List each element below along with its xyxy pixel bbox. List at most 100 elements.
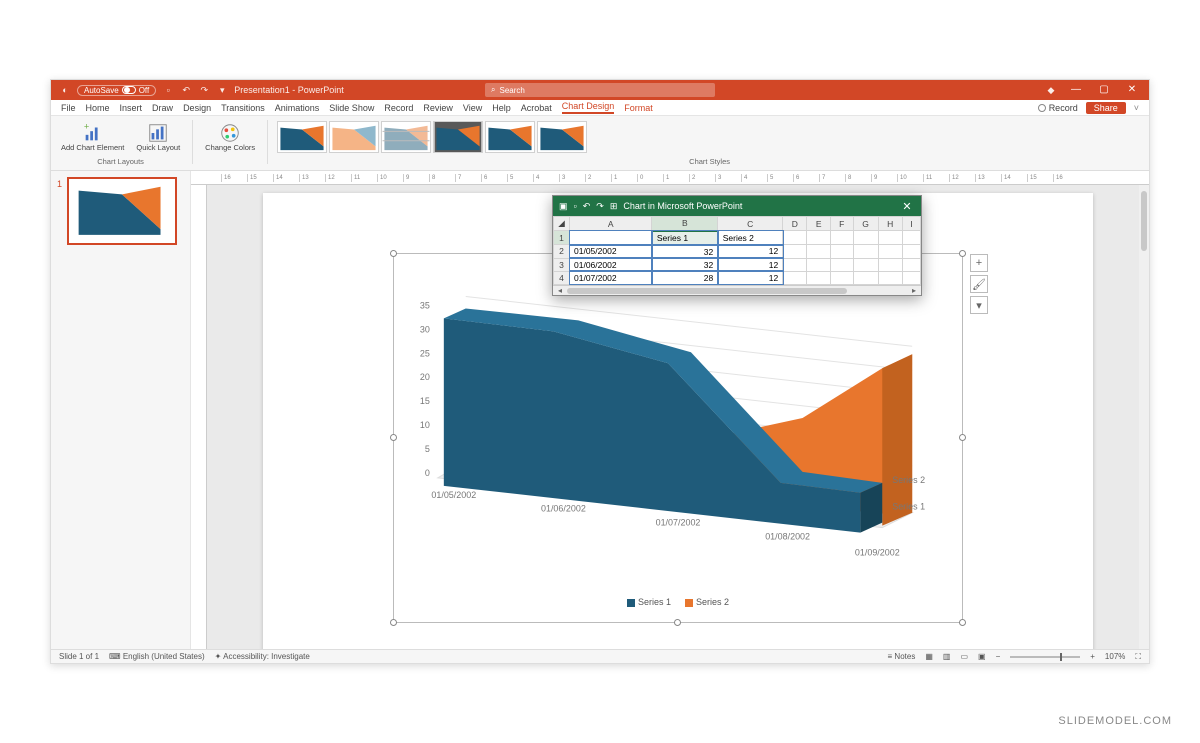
resize-handle-ne[interactable] [959,250,966,257]
vertical-scrollbar[interactable] [1139,185,1149,649]
excel-save-icon[interactable]: ▫ [574,201,577,211]
undo-icon[interactable]: ↶ [180,84,192,96]
change-colors-button[interactable]: Change Colors [201,120,259,154]
touch-mode-icon[interactable]: ▾ [216,84,228,96]
excel-col-I[interactable]: I [902,217,920,231]
cell-G3[interactable] [853,258,878,271]
resize-handle-se[interactable] [959,619,966,626]
tab-design[interactable]: Design [183,103,211,113]
excel-col-A[interactable]: A [570,217,652,231]
tab-file[interactable]: File [61,103,76,113]
notes-button[interactable]: ≡ Notes [888,652,916,661]
excel-grid[interactable]: ◢ A B C D E F G H I 1 Series 1 Series 2 … [553,216,921,285]
view-reading-button[interactable]: ▭ [960,652,968,661]
cell-B2[interactable]: 32 [652,245,718,259]
excel-row-3[interactable]: 3 01/06/2002 32 12 [554,258,921,271]
excel-row-1[interactable]: 1 Series 1 Series 2 [554,231,921,245]
tab-record[interactable]: Record [384,103,413,113]
autosave-toggle[interactable]: AutoSave Off [77,85,156,96]
cell-A4[interactable]: 01/07/2002 [570,271,652,284]
maximize-button[interactable]: ▢ [1095,84,1113,96]
cell-H1[interactable] [878,231,902,245]
chart-style-4[interactable] [433,121,483,153]
accessibility-indicator[interactable]: ✦ Accessibility: Investigate [215,652,310,661]
minimize-button[interactable]: — [1067,84,1085,96]
user-icon[interactable]: ◆ [1045,84,1057,96]
cell-E4[interactable] [807,271,830,284]
tab-draw[interactable]: Draw [152,103,173,113]
excel-row-2[interactable]: 2 01/05/2002 32 12 [554,245,921,259]
excel-select-all[interactable]: ◢ [554,217,570,231]
cell-G1[interactable] [853,231,878,245]
cell-E3[interactable] [807,258,830,271]
excel-scrollbar[interactable]: ◂ ▸ [553,285,921,295]
cell-F3[interactable] [830,258,853,271]
excel-scroll-right[interactable]: ▸ [909,286,919,295]
search-input[interactable]: ⌕ Search [485,83,715,97]
view-slideshow-button[interactable]: ▣ [978,652,986,661]
zoom-in-button[interactable]: + [1090,652,1095,661]
cell-G2[interactable] [853,245,878,259]
excel-col-C[interactable]: C [718,217,783,231]
tab-slideshow[interactable]: Slide Show [329,103,374,113]
view-sorter-button[interactable]: ▥ [943,652,951,661]
tab-view[interactable]: View [463,103,482,113]
excel-row-header-1[interactable]: 1 [554,231,570,245]
excel-data-window[interactable]: ▣ ▫ ↶ ↷ ⊞ Chart in Microsoft PowerPoint … [552,195,922,296]
cell-E1[interactable] [807,231,830,245]
view-normal-button[interactable]: ▦ [925,652,933,661]
tab-acrobat[interactable]: Acrobat [521,103,552,113]
cell-B1[interactable]: Series 1 [652,231,718,245]
tab-help[interactable]: Help [492,103,511,113]
cell-I4[interactable] [902,271,920,284]
resize-handle-nw[interactable] [390,250,397,257]
chart-elements-button[interactable]: + [970,254,988,272]
cell-G4[interactable] [853,271,878,284]
excel-row-header-4[interactable]: 4 [554,271,570,284]
excel-row-header-3[interactable]: 3 [554,258,570,271]
excel-col-H[interactable]: H [878,217,902,231]
cell-D1[interactable] [783,231,807,245]
add-chart-element-button[interactable]: + Add Chart Element [57,120,128,154]
cell-C1[interactable]: Series 2 [718,231,783,245]
chart-style-3[interactable] [381,121,431,153]
chart-object[interactable]: + 🖌 ▾ Chart Title 35 30 25 [393,253,963,623]
cell-C2[interactable]: 12 [718,245,783,259]
excel-col-E[interactable]: E [807,217,830,231]
ribbon-collapse-icon[interactable]: ˅ [1134,103,1139,113]
cell-F2[interactable] [830,245,853,259]
chart-styles-button[interactable]: 🖌 [970,275,988,293]
chart-style-2[interactable] [329,121,379,153]
excel-col-F[interactable]: F [830,217,853,231]
cell-E2[interactable] [807,245,830,259]
tab-insert[interactable]: Insert [120,103,143,113]
excel-redo-icon[interactable]: ↷ [596,201,604,212]
excel-row-4[interactable]: 4 01/07/2002 28 12 [554,271,921,284]
excel-title-bar[interactable]: ▣ ▫ ↶ ↷ ⊞ Chart in Microsoft PowerPoint … [553,196,921,216]
chart-filters-button[interactable]: ▾ [970,296,988,314]
chart-style-5[interactable] [485,121,535,153]
chart-plot-area[interactable]: 35 30 25 20 15 10 5 0 [394,274,962,592]
cell-I1[interactable] [902,231,920,245]
cell-C3[interactable]: 12 [718,258,783,271]
resize-handle-s[interactable] [674,619,681,626]
tab-format[interactable]: Format [624,103,653,113]
cell-A1[interactable] [570,231,652,245]
cell-F1[interactable] [830,231,853,245]
excel-grid-icon[interactable]: ⊞ [610,201,618,212]
cell-A3[interactable]: 01/06/2002 [570,258,652,271]
language-indicator[interactable]: ⌨ English (United States) [109,652,205,661]
resize-handle-sw[interactable] [390,619,397,626]
zoom-out-button[interactable]: − [996,652,1001,661]
excel-close-button[interactable]: ✕ [899,200,915,213]
close-button[interactable]: ✕ [1123,84,1141,96]
chart-style-1[interactable] [277,121,327,153]
record-button[interactable]: Record [1038,103,1078,113]
quick-layout-button[interactable]: Quick Layout [132,120,184,154]
cell-I3[interactable] [902,258,920,271]
tab-home[interactable]: Home [86,103,110,113]
cell-C4[interactable]: 12 [718,271,783,284]
resize-handle-e[interactable] [959,434,966,441]
tab-chart-design[interactable]: Chart Design [562,101,615,114]
save-icon[interactable]: ▫ [162,84,174,96]
